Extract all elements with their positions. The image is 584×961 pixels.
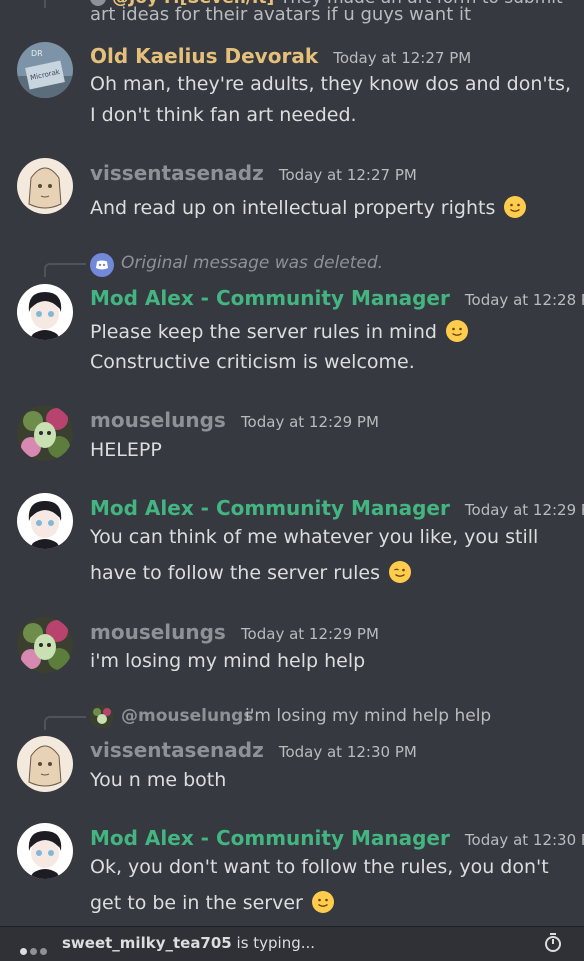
avatar[interactable]: DR Microrak [17, 42, 73, 98]
username[interactable]: Mod Alex - Community Manager [90, 826, 450, 850]
timestamp[interactable]: Today at 12:28 PM [465, 291, 584, 309]
message-text: i'm losing my mind help help [90, 650, 366, 672]
reply-preview[interactable]: Original message was deleted. [0, 251, 584, 277]
timestamp[interactable]: Today at 12:27 PM [279, 166, 417, 184]
username[interactable]: mouselungs [90, 408, 226, 432]
reply-preview-text: i'm losing my mind help help [245, 706, 492, 726]
typing-indicator-bar: sweet_milky_tea705 is typing... [0, 926, 584, 961]
timestamp[interactable]: Today at 12:29 PM [241, 413, 379, 431]
username[interactable]: Mod Alex - Community Manager [90, 286, 450, 310]
message-text: Ok, you don't want to follow the rules, … [90, 856, 549, 878]
message-text: get to be in the server [90, 890, 335, 914]
discord-icon [90, 253, 114, 277]
typing-user: sweet_milky_tea705 [62, 934, 232, 952]
avatar[interactable] [17, 158, 73, 214]
message-header: Mod Alex - Community Manager Today at 12… [90, 286, 584, 310]
typing-label: is typing... [236, 934, 316, 952]
username[interactable]: vissentasenadz [90, 161, 264, 185]
message-header: Old Kaelius Devorak Today at 12:27 PM [90, 44, 471, 68]
avatar[interactable] [17, 823, 73, 879]
username[interactable]: Old Kaelius Devorak [90, 44, 318, 68]
avatar[interactable] [17, 493, 73, 549]
message-text: HELEPP [90, 439, 162, 461]
timestamp[interactable]: Today at 12:27 PM [333, 49, 471, 67]
message-header: Mod Alex - Community Manager Today at 12… [90, 496, 584, 520]
reply-connector [44, 716, 86, 730]
message-text: Constructive criticism is welcome. [90, 351, 415, 373]
message-text: I don't think fan art needed. [90, 104, 357, 126]
message-header: mouselungs Today at 12:29 PM [90, 408, 379, 432]
reply-mention[interactable]: @mouselungs [121, 706, 253, 726]
winking-face-icon [389, 561, 412, 583]
typing-dots-icon [20, 940, 50, 959]
message-text: have to follow the server rules [90, 560, 412, 584]
message-text: And read up on intellectual property rig… [90, 195, 527, 219]
message-header: Mod Alex - Community Manager Today at 12… [90, 826, 584, 850]
reply-connector [44, 0, 46, 8]
timestamp[interactable]: Today at 12:29 PM [241, 625, 379, 643]
avatar[interactable] [17, 736, 73, 792]
slightly-smiling-face-icon [311, 891, 334, 913]
slightly-smiling-face-icon [445, 320, 468, 342]
previous-message-fragment: @Joy F.[Seven/It] They made an art form … [0, 0, 584, 34]
reply-avatar [90, 705, 114, 729]
message-header: mouselungs Today at 12:29 PM [90, 620, 379, 644]
avatar[interactable] [17, 405, 73, 461]
username[interactable]: Mod Alex - Community Manager [90, 496, 450, 520]
timestamp[interactable]: Today at 12:30 PM [279, 743, 417, 761]
timestamp[interactable]: Today at 12:29 PM [465, 501, 584, 519]
username[interactable]: mouselungs [90, 620, 226, 644]
message-header: vissentasenadz Today at 12:30 PM [90, 738, 417, 762]
slowmode-timer-icon[interactable] [544, 933, 562, 953]
timestamp[interactable]: Today at 12:30 PM [465, 831, 584, 849]
avatar-label-top: DR [31, 49, 43, 58]
typing-indicator-text: sweet_milky_tea705 is typing... [62, 934, 315, 952]
avatar[interactable] [17, 617, 73, 673]
message-header: vissentasenadz Today at 12:27 PM [90, 161, 417, 185]
slightly-smiling-face-icon [504, 196, 527, 218]
reply-connector [44, 263, 86, 277]
username[interactable]: vissentasenadz [90, 738, 264, 762]
message-text: You n me both [90, 769, 227, 791]
deleted-message-note: Original message was deleted. [121, 253, 384, 273]
message-text: art ideas for their avatars if u guys wa… [90, 4, 472, 25]
message-text: Please keep the server rules in mind [90, 319, 469, 343]
reply-preview[interactable]: @mouselungs i'm losing my mind help help [0, 704, 584, 730]
message-text: Oh man, they're adults, they know dos an… [90, 73, 571, 95]
message-text: You can think of me whatever you like, y… [90, 526, 539, 548]
avatar[interactable] [17, 284, 73, 340]
